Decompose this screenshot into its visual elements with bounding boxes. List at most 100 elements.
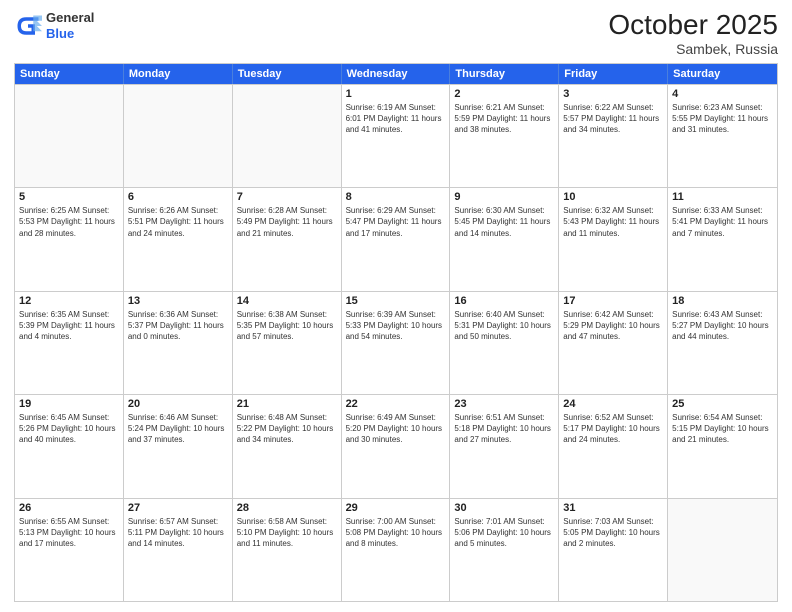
cell-day-number: 23 <box>454 398 554 410</box>
cal-cell-2: 2 Sunrise: 6:21 AM Sunset: 5:59 PM Daylig… <box>450 85 559 187</box>
cal-cell-5: 5Sunrise: 6:25 AM Sunset: 5:53 PM Daylig… <box>15 188 124 290</box>
cell-info: Sunrise: 6:21 AM Sunset: 5:59 PM Dayligh… <box>454 102 554 136</box>
day-header-thursday: Thursday <box>450 64 559 84</box>
cal-cell-empty <box>668 499 777 601</box>
cell-day-number: 27 <box>128 502 228 514</box>
cal-cell-1: 1 Sunrise: 6:19 AM Sunset: 6:01 PM Daylig… <box>342 85 451 187</box>
cell-info: Sunrise: 7:00 AM Sunset: 5:08 PM Dayligh… <box>346 516 446 550</box>
cell-day-number: 17 <box>563 295 663 307</box>
cell-info: Sunrise: 6:35 AM Sunset: 5:39 PM Dayligh… <box>19 309 119 343</box>
cell-day-number: 21 <box>237 398 337 410</box>
cal-cell-14: 14 Sunrise: 6:38 AM Sunset: 5:35 PM Dayli… <box>233 292 342 394</box>
cell-info: Sunrise: 6:28 AM Sunset: 5:49 PM Dayligh… <box>237 205 337 239</box>
calendar-week-5: 26 Sunrise: 6:55 AM Sunset: 5:13 PM Dayli… <box>15 498 777 601</box>
cell-day-number: 20 <box>128 398 228 410</box>
cell-info: Sunrise: 6:45 AM Sunset: 5:26 PM Dayligh… <box>19 412 119 446</box>
calendar-week-3: 12 Sunrise: 6:35 AM Sunset: 5:39 PM Dayli… <box>15 291 777 394</box>
cell-info: Sunrise: 6:33 AM Sunset: 5:41 PM Dayligh… <box>672 205 773 239</box>
cal-cell-22: 22 Sunrise: 6:49 AM Sunset: 5:20 PM Dayli… <box>342 395 451 497</box>
header: General Blue October 2025 Sambek, Russia <box>14 10 778 57</box>
day-header-monday: Monday <box>124 64 233 84</box>
cal-cell-24: 24Sunrise: 6:52 AM Sunset: 5:17 PM Dayli… <box>559 395 668 497</box>
cal-cell-30: 30 Sunrise: 7:01 AM Sunset: 5:06 PM Dayli… <box>450 499 559 601</box>
cal-cell-19: 19 Sunrise: 6:45 AM Sunset: 5:26 PM Dayli… <box>15 395 124 497</box>
day-header-sunday: Sunday <box>15 64 124 84</box>
cal-cell-17: 17 Sunrise: 6:42 AM Sunset: 5:29 PM Dayli… <box>559 292 668 394</box>
logo-icon <box>14 12 42 40</box>
cal-cell-28: 28Sunrise: 6:58 AM Sunset: 5:10 PM Dayli… <box>233 499 342 601</box>
calendar-header: SundayMondayTuesdayWednesdayThursdayFrid… <box>15 64 777 84</box>
cell-info: Sunrise: 6:49 AM Sunset: 5:20 PM Dayligh… <box>346 412 446 446</box>
cal-cell-9: 9 Sunrise: 6:30 AM Sunset: 5:45 PM Daylig… <box>450 188 559 290</box>
cal-cell-27: 27 Sunrise: 6:57 AM Sunset: 5:11 PM Dayli… <box>124 499 233 601</box>
cell-day-number: 22 <box>346 398 446 410</box>
cell-day-number: 31 <box>563 502 663 514</box>
cal-cell-13: 13 Sunrise: 6:36 AM Sunset: 5:37 PM Dayli… <box>124 292 233 394</box>
month-title: October 2025 <box>608 10 778 41</box>
cell-info: Sunrise: 7:01 AM Sunset: 5:06 PM Dayligh… <box>454 516 554 550</box>
calendar-week-2: 5Sunrise: 6:25 AM Sunset: 5:53 PM Daylig… <box>15 187 777 290</box>
calendar-week-4: 19 Sunrise: 6:45 AM Sunset: 5:26 PM Dayli… <box>15 394 777 497</box>
day-header-saturday: Saturday <box>668 64 777 84</box>
cell-day-number: 12 <box>19 295 119 307</box>
cell-day-number: 5 <box>19 191 119 203</box>
calendar-week-1: 1 Sunrise: 6:19 AM Sunset: 6:01 PM Daylig… <box>15 84 777 187</box>
cell-day-number: 16 <box>454 295 554 307</box>
cell-info: Sunrise: 6:54 AM Sunset: 5:15 PM Dayligh… <box>672 412 773 446</box>
cell-day-number: 13 <box>128 295 228 307</box>
cell-day-number: 29 <box>346 502 446 514</box>
cell-info: Sunrise: 6:29 AM Sunset: 5:47 PM Dayligh… <box>346 205 446 239</box>
cal-cell-3: 3Sunrise: 6:22 AM Sunset: 5:57 PM Daylig… <box>559 85 668 187</box>
cal-cell-4: 4 Sunrise: 6:23 AM Sunset: 5:55 PM Daylig… <box>668 85 777 187</box>
day-header-tuesday: Tuesday <box>233 64 342 84</box>
cell-day-number: 24 <box>563 398 663 410</box>
cell-day-number: 19 <box>19 398 119 410</box>
cell-info: Sunrise: 6:39 AM Sunset: 5:33 PM Dayligh… <box>346 309 446 343</box>
cal-cell-10: 10Sunrise: 6:32 AM Sunset: 5:43 PM Dayli… <box>559 188 668 290</box>
cell-info: Sunrise: 6:23 AM Sunset: 5:55 PM Dayligh… <box>672 102 773 136</box>
cal-cell-7: 7Sunrise: 6:28 AM Sunset: 5:49 PM Daylig… <box>233 188 342 290</box>
cell-info: Sunrise: 7:03 AM Sunset: 5:05 PM Dayligh… <box>563 516 663 550</box>
day-header-wednesday: Wednesday <box>342 64 451 84</box>
cell-info: Sunrise: 6:48 AM Sunset: 5:22 PM Dayligh… <box>237 412 337 446</box>
cal-cell-20: 20 Sunrise: 6:46 AM Sunset: 5:24 PM Dayli… <box>124 395 233 497</box>
cell-day-number: 10 <box>563 191 663 203</box>
cell-info: Sunrise: 6:43 AM Sunset: 5:27 PM Dayligh… <box>672 309 773 343</box>
cell-info: Sunrise: 6:55 AM Sunset: 5:13 PM Dayligh… <box>19 516 119 550</box>
cell-day-number: 15 <box>346 295 446 307</box>
cal-cell-21: 21 Sunrise: 6:48 AM Sunset: 5:22 PM Dayli… <box>233 395 342 497</box>
cell-day-number: 30 <box>454 502 554 514</box>
cal-cell-16: 16Sunrise: 6:40 AM Sunset: 5:31 PM Dayli… <box>450 292 559 394</box>
cal-cell-18: 18 Sunrise: 6:43 AM Sunset: 5:27 PM Dayli… <box>668 292 777 394</box>
cal-cell-29: 29 Sunrise: 7:00 AM Sunset: 5:08 PM Dayli… <box>342 499 451 601</box>
cell-info: Sunrise: 6:19 AM Sunset: 6:01 PM Dayligh… <box>346 102 446 136</box>
cal-cell-12: 12 Sunrise: 6:35 AM Sunset: 5:39 PM Dayli… <box>15 292 124 394</box>
cal-cell-15: 15 Sunrise: 6:39 AM Sunset: 5:33 PM Dayli… <box>342 292 451 394</box>
cal-cell-26: 26 Sunrise: 6:55 AM Sunset: 5:13 PM Dayli… <box>15 499 124 601</box>
cell-info: Sunrise: 6:30 AM Sunset: 5:45 PM Dayligh… <box>454 205 554 239</box>
cell-info: Sunrise: 6:36 AM Sunset: 5:37 PM Dayligh… <box>128 309 228 343</box>
cell-day-number: 18 <box>672 295 773 307</box>
cell-day-number: 4 <box>672 88 773 100</box>
cell-day-number: 9 <box>454 191 554 203</box>
calendar: SundayMondayTuesdayWednesdayThursdayFrid… <box>14 63 778 602</box>
cell-day-number: 3 <box>563 88 663 100</box>
cell-info: Sunrise: 6:38 AM Sunset: 5:35 PM Dayligh… <box>237 309 337 343</box>
title-block: October 2025 Sambek, Russia <box>608 10 778 57</box>
cal-cell-empty <box>233 85 342 187</box>
page: General Blue October 2025 Sambek, Russia… <box>0 0 792 612</box>
cal-cell-empty <box>15 85 124 187</box>
cal-cell-23: 23 Sunrise: 6:51 AM Sunset: 5:18 PM Dayli… <box>450 395 559 497</box>
cell-info: Sunrise: 6:46 AM Sunset: 5:24 PM Dayligh… <box>128 412 228 446</box>
cell-info: Sunrise: 6:51 AM Sunset: 5:18 PM Dayligh… <box>454 412 554 446</box>
logo: General Blue <box>14 10 94 41</box>
cell-day-number: 2 <box>454 88 554 100</box>
cell-day-number: 26 <box>19 502 119 514</box>
cal-cell-empty <box>124 85 233 187</box>
cell-day-number: 1 <box>346 88 446 100</box>
cell-day-number: 25 <box>672 398 773 410</box>
cell-day-number: 14 <box>237 295 337 307</box>
cell-info: Sunrise: 6:42 AM Sunset: 5:29 PM Dayligh… <box>563 309 663 343</box>
cell-info: Sunrise: 6:57 AM Sunset: 5:11 PM Dayligh… <box>128 516 228 550</box>
logo-text: General Blue <box>46 10 94 41</box>
